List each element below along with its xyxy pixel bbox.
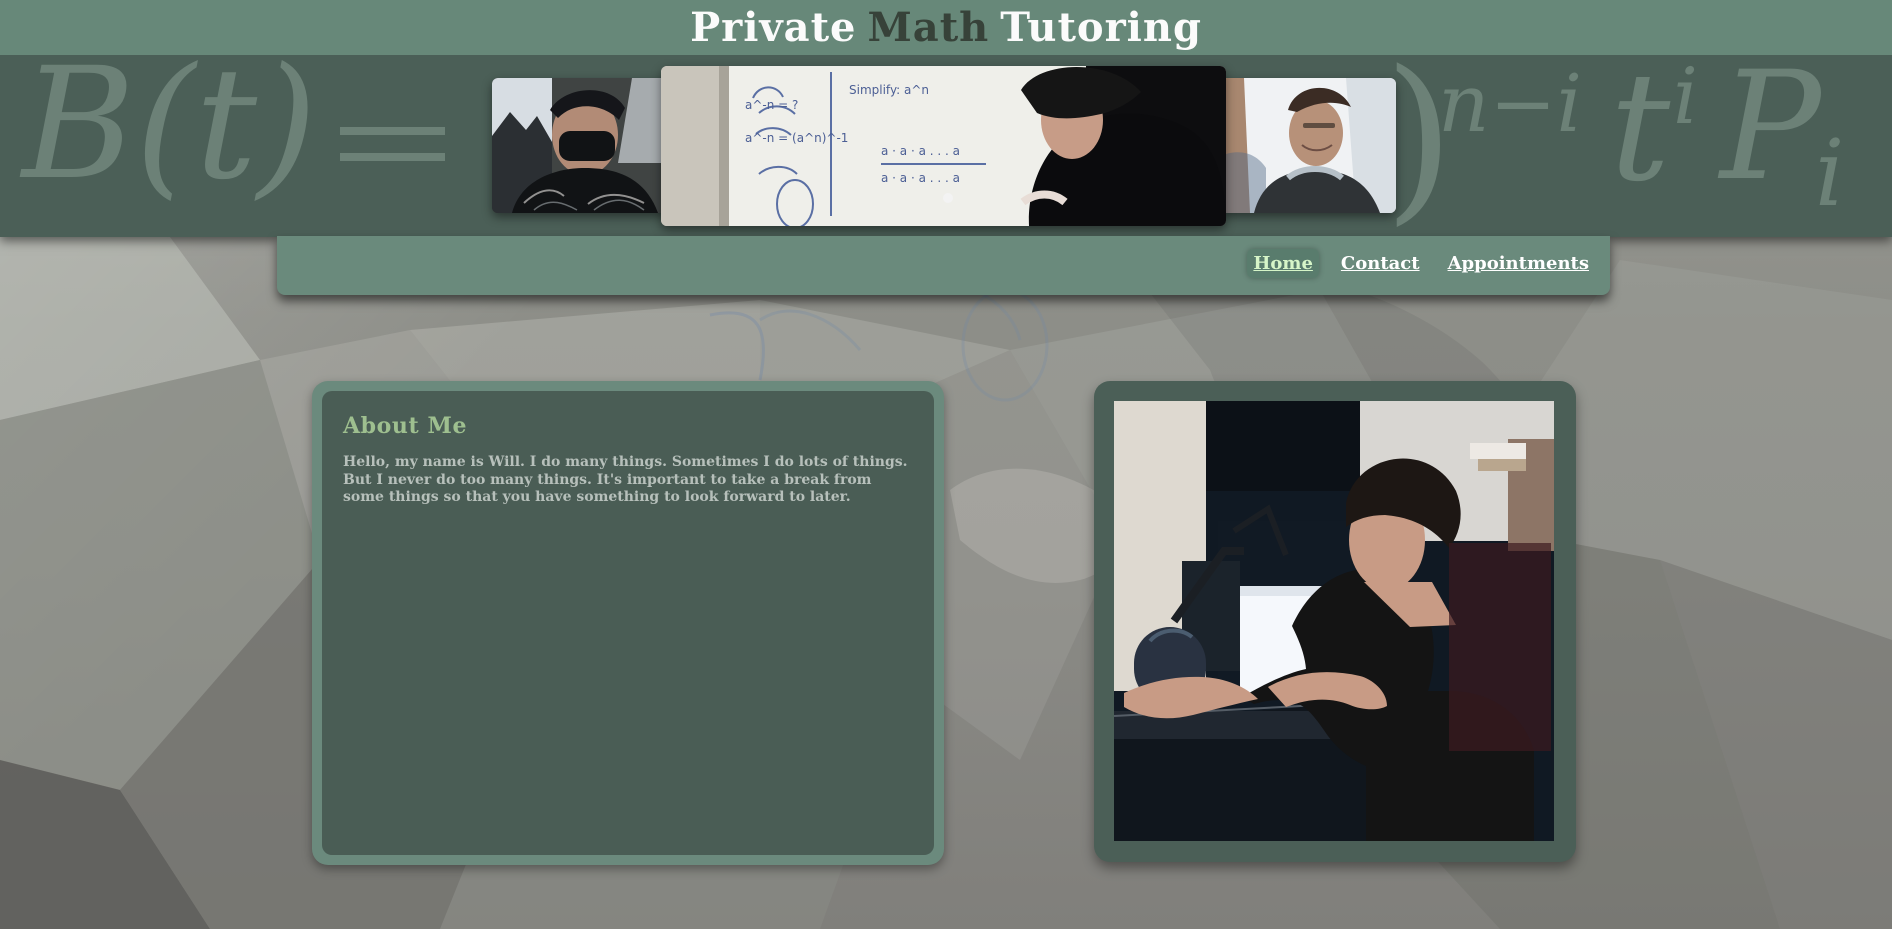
- svg-text:Simplify: a^n: Simplify: a^n: [849, 83, 929, 97]
- whiteboard-teaching-photo-icon: Simplify: a^n a^-n = ? a^-n = (a^n)^-1 a…: [661, 66, 1226, 226]
- svg-text:n−i: n−i: [1438, 57, 1582, 150]
- about-portrait: [1114, 401, 1554, 841]
- banner-photo-left: [492, 78, 667, 213]
- nav-contact-link[interactable]: Contact: [1335, 249, 1426, 278]
- svg-text:t: t: [1610, 55, 1671, 215]
- site-title-math: Math: [867, 3, 990, 51]
- svg-text:B(t): B(t): [19, 55, 317, 214]
- svg-text:i: i: [1815, 120, 1844, 227]
- nav-appointments-link[interactable]: Appointments: [1442, 249, 1595, 278]
- svg-text:a · a · a . . . a: a · a · a . . . a: [881, 144, 960, 158]
- about-title: About Me: [343, 413, 468, 439]
- svg-text:a^-n = ?: a^-n = ?: [745, 98, 798, 112]
- portrait-photo-icon: [1220, 78, 1396, 213]
- nav-links: Home Contact Appointments: [1247, 249, 1595, 278]
- site-title-tutoring: Tutoring: [1000, 3, 1202, 51]
- hero-banner: B(t) ) n−i t i P i Simplify: a^n a^-n = …: [0, 55, 1892, 237]
- student-masked-photo-icon: [492, 78, 667, 213]
- banner-photo-right: [1220, 78, 1396, 213]
- svg-text:a^-n = (a^n)^-1: a^-n = (a^n)^-1: [745, 131, 848, 145]
- svg-text:P: P: [1717, 55, 1824, 214]
- keyboard-practice-photo-icon: [1114, 401, 1554, 841]
- about-card-body: About Me Hello, my name is Will. I do ma…: [322, 391, 934, 855]
- svg-text:a · a · a . . . a: a · a · a . . . a: [881, 171, 960, 185]
- nav-home-link[interactable]: Home: [1247, 249, 1319, 278]
- site-title-private: Private: [690, 3, 857, 51]
- site-title: Private Math Tutoring: [690, 7, 1202, 48]
- svg-text:i: i: [1673, 55, 1698, 142]
- banner-photo-center: Simplify: a^n a^-n = ? a^-n = (a^n)^-1 a…: [661, 66, 1226, 226]
- portrait-card: [1094, 381, 1576, 862]
- main-navigation-bar: Home Contact Appointments: [277, 236, 1610, 295]
- about-card: About Me Hello, my name is Will. I do ma…: [312, 381, 944, 865]
- about-text: Hello, my name is Will. I do many things…: [343, 454, 908, 505]
- title-bar: Private Math Tutoring: [0, 0, 1892, 55]
